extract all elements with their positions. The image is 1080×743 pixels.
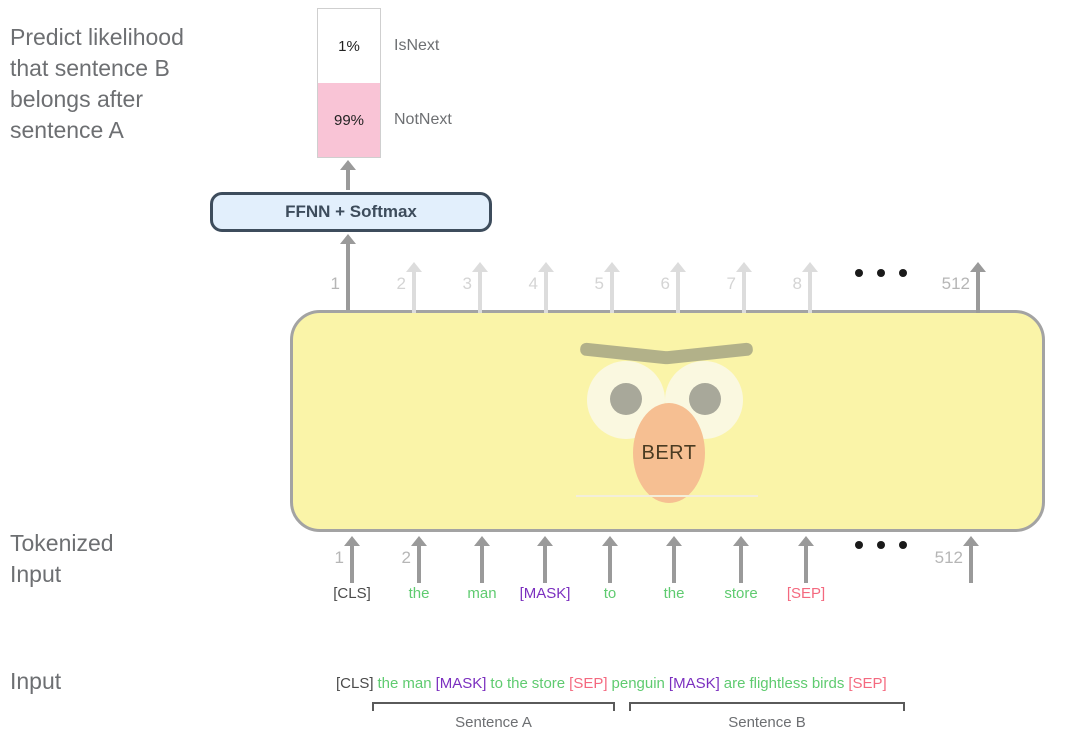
output-index-3: 3 [432, 274, 472, 294]
output-index-5: 5 [564, 274, 604, 294]
input-arrow-1-shaft [417, 545, 421, 583]
sentence-a-label: Sentence A [372, 714, 615, 731]
input-sentence-token-3: [MASK] [436, 675, 487, 692]
token-label-3: [MASK] [520, 585, 571, 602]
ffnn-softmax-label: FFNN + Softmax [285, 202, 417, 222]
owl-right-pupil-icon [689, 383, 721, 415]
input-label: Input [10, 666, 240, 697]
prediction-percent-notnext: 99% [334, 112, 364, 129]
output-arrow-7-head [736, 262, 752, 272]
input-index-2: 2 [371, 548, 411, 568]
output-arrow-4-shaft [544, 271, 548, 313]
owl-beak-icon: BERT [633, 403, 705, 503]
output-arrow-6-shaft [676, 271, 680, 313]
output-arrow-7-shaft [742, 271, 746, 313]
output-arrow-5-shaft [610, 271, 614, 313]
bert-nsp-diagram: Predict likelihood that sentence B belon… [0, 0, 1080, 743]
input-sentence-token-8: penguin [612, 675, 665, 692]
token-label-6: store [724, 585, 757, 602]
input-index-1: 1 [304, 548, 344, 568]
sentence-b-label: Sentence B [629, 714, 905, 731]
prediction-description-label: Predict likelihood that sentence B belon… [10, 22, 260, 146]
input-sentence-token-0: [CLS] [336, 675, 374, 692]
input-sentence-token-12: birds [812, 675, 845, 692]
output-index-2: 2 [366, 274, 406, 294]
input-arrow-4-head [602, 536, 618, 546]
token-label-5: the [664, 585, 685, 602]
input-arrow-6-head [733, 536, 749, 546]
input-arrow-512-shaft [969, 545, 973, 583]
tokenized-input-label: Tokenized Input [10, 528, 240, 590]
token-label-4: to [604, 585, 617, 602]
output-index-512: 512 [930, 274, 970, 294]
prediction-class-notnext: 99%NotNext [318, 83, 380, 157]
input-arrow-0-shaft [350, 545, 354, 583]
prediction-percent-isnext: 1% [338, 38, 360, 55]
input-arrow-4-shaft [608, 545, 612, 583]
arrow-shaft-token1-to-ffnn [346, 243, 350, 313]
output-arrow-8-shaft [808, 271, 812, 313]
output-arrow-2-head [406, 262, 422, 272]
output-index-8: 8 [762, 274, 802, 294]
input-arrow-7-shaft [804, 545, 808, 583]
arrow-head-ffnn-to-bar [340, 160, 356, 170]
input-sentence-token-5: the [507, 675, 528, 692]
output-arrow-512-head [970, 262, 986, 272]
output-index-7: 7 [696, 274, 736, 294]
prediction-classname-notnext: NotNext [394, 111, 452, 129]
input-arrow-7-head [798, 536, 814, 546]
input-ellipsis [855, 541, 907, 549]
bert-encoder-box: BERT [290, 310, 1045, 532]
owl-left-pupil-icon [610, 383, 642, 415]
input-sentence-text: [CLS]theman[MASK]tothestore[SEP]penguin[… [336, 675, 891, 692]
input-arrow-2-head [474, 536, 490, 546]
input-sentence-token-7: [SEP] [569, 675, 607, 692]
arrow-shaft-ffnn-to-bar [346, 168, 350, 190]
token-label-7: [SEP] [787, 585, 825, 602]
input-sentence-token-11: flightless [749, 675, 807, 692]
input-sentence-token-1: the [378, 675, 399, 692]
input-sentence-token-4: to [490, 675, 503, 692]
input-arrow-0-head [344, 536, 360, 546]
output-index-4: 4 [498, 274, 538, 294]
token-label-0: [CLS] [333, 585, 371, 602]
input-sentence-token-2: man [402, 675, 431, 692]
output-index-1: 1 [300, 274, 340, 294]
input-arrow-3-shaft [543, 545, 547, 583]
input-sentence-token-10: are [724, 675, 746, 692]
input-arrow-512-head [963, 536, 979, 546]
output-arrow-5-head [604, 262, 620, 272]
prediction-class-isnext: 1%IsNext [318, 9, 380, 83]
input-arrow-2-shaft [480, 545, 484, 583]
input-index-512: 512 [923, 548, 963, 568]
input-arrow-3-head [537, 536, 553, 546]
input-arrow-1-head [411, 536, 427, 546]
input-arrow-5-shaft [672, 545, 676, 583]
token-label-1: the [409, 585, 430, 602]
output-arrow-512-shaft [976, 271, 980, 313]
ffnn-softmax-box[interactable]: FFNN + Softmax [210, 192, 492, 232]
output-index-6: 6 [630, 274, 670, 294]
input-arrow-5-head [666, 536, 682, 546]
output-arrow-4-head [538, 262, 554, 272]
input-arrow-6-shaft [739, 545, 743, 583]
prediction-probability-bar: 1%IsNext99%NotNext [317, 8, 381, 158]
owl-perch-line [576, 495, 758, 497]
prediction-classname-isnext: IsNext [394, 37, 439, 55]
output-arrow-3-head [472, 262, 488, 272]
output-ellipsis [855, 269, 907, 277]
input-sentence-token-6: store [532, 675, 565, 692]
output-arrow-8-head [802, 262, 818, 272]
token-label-2: man [467, 585, 496, 602]
output-arrow-2-shaft [412, 271, 416, 313]
arrow-head-token1-to-ffnn [340, 234, 356, 244]
input-sentence-token-9: [MASK] [669, 675, 720, 692]
input-sentence-token-13: [SEP] [848, 675, 886, 692]
bert-name-label: BERT [642, 442, 697, 465]
output-arrow-6-head [670, 262, 686, 272]
output-arrow-3-shaft [478, 271, 482, 313]
